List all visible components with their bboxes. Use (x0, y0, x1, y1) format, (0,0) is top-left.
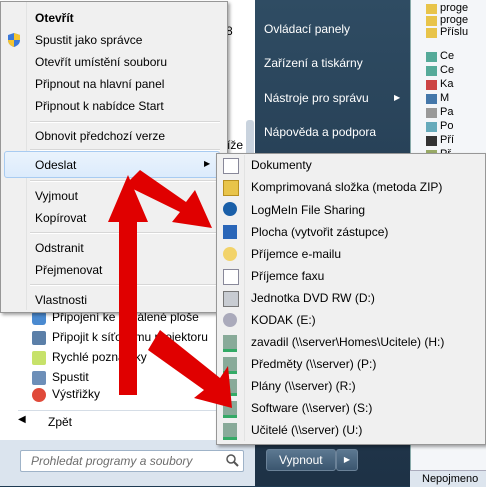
red-arrow-long-icon (148, 330, 232, 408)
annotation-arrows (108, 170, 232, 408)
red-arrow-up-icon (108, 175, 148, 395)
